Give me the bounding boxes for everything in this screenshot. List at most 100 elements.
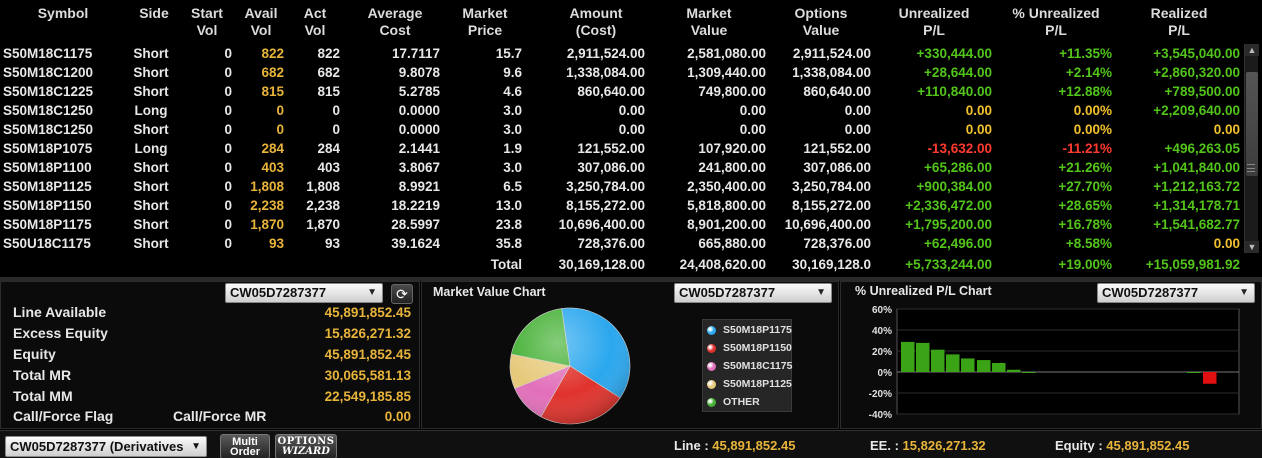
table-row[interactable]: S50M18P1150 Short 0 2,238 2,238 18.2219 13.0 8,… [0,196,1244,215]
cell-symbol: S50M18P1150 [3,198,92,213]
table-row[interactable]: S50M18C1200 Short 0 682 682 9.8078 9.6 1,338,08… [0,63,1244,82]
scroll-grip-icon [1247,164,1255,172]
account-row-label: Equity [13,346,56,362]
col-header-symbol[interactable]: Symbol [28,5,98,22]
mv-chart-account-dropdown[interactable]: CW05D7287377 ▼ [674,283,832,303]
table-row[interactable]: S50U18C1175 Short 0 93 93 39.1624 35.8 728,376.… [0,234,1244,253]
account-row-label: Line Available [13,304,107,320]
table-row[interactable]: S50M18C1250 Long 0 0 0 0.0000 3.0 0.00 0.00 0.00 0… [0,101,1244,120]
pl-bar[interactable] [1203,372,1217,384]
legend-marker-icon [707,326,716,335]
legend-item[interactable]: OTHER [707,393,791,411]
col-header-amount-cost[interactable]: Amount (Cost) [546,5,646,39]
cell-start-vol: 0 [224,179,232,194]
cell-average-cost: 28.5997 [391,217,440,232]
cell-side: Long [134,103,168,118]
col-header-pct-unrealized-pl[interactable]: % Unrealized P/L [998,5,1114,39]
cell-symbol: S50M18C1200 [3,65,94,80]
cell-unrealized-pl: +28,644.00 [924,65,992,80]
cell-start-vol: 0 [224,122,232,137]
cell-avail-vol: 815 [261,84,284,99]
col-header-start-vol[interactable]: Start Vol [182,5,232,39]
call-force-mr-label: Call/Force MR [173,408,267,424]
pl-bar[interactable] [1022,372,1036,373]
col-header-market-value[interactable]: Market Value [664,5,754,39]
cell-pct-unrealized-pl: 0.00% [1073,122,1112,137]
pie-legend: S50M18P1175 S50M18P1150 S50M18C1175 S50M18P… [702,319,792,412]
cell-pct-unrealized-pl: -11.21% [1062,141,1112,156]
pl-bar[interactable] [916,342,930,372]
col-header-avail-vol[interactable]: Avail Vol [236,5,286,39]
status-ee-value: 15,826,271.32 [902,438,986,453]
pl-bar[interactable] [946,354,960,372]
table-row[interactable]: S50M18P1100 Short 0 403 403 3.8067 3.0 307,086.… [0,158,1244,177]
table-row[interactable]: S50M18P1075 Long 0 284 284 2.1441 1.9 121,552.0… [0,139,1244,158]
legend-item[interactable]: S50M18C1175 [707,357,792,375]
cell-start-vol: 0 [224,160,232,175]
account-row-value: 45,891,852.45 [324,305,411,320]
col-header-act-vol[interactable]: Act Vol [290,5,340,39]
col-header-average-cost[interactable]: Average Cost [350,5,440,39]
cell-avail-vol: 403 [261,160,284,175]
cell-market-price: 3.0 [503,122,522,137]
legend-item[interactable]: S50M18P1125 [707,375,792,393]
scroll-down-arrow-icon[interactable]: ▼ [1245,241,1259,253]
y-tick-label: 0% [878,368,893,379]
chevron-down-icon: ▼ [816,287,826,298]
pl-bar[interactable] [1007,369,1021,372]
cell-market-price: 15.7 [495,46,522,61]
table-scrollbar[interactable]: ▲ ▼ [1244,44,1259,253]
table-header: Symbol Side Start Vol Avail Vol Act Vol … [0,0,1262,44]
table-row[interactable]: S50M18C1250 Short 0 0 0 0.0000 3.0 0.00 0.00 0.00… [0,120,1244,139]
cell-unrealized-pl: +2,336,472.00 [905,198,992,213]
cell-avail-vol: 0 [276,103,284,118]
scroll-thumb[interactable] [1246,72,1258,176]
cell-market-value: 665,880.00 [698,236,766,251]
cell-side: Short [133,84,169,99]
cell-average-cost: 18.2219 [391,198,440,213]
legend-item[interactable]: S50M18P1150 [707,339,792,357]
cell-market-price: 9.6 [503,65,522,80]
pl-bar[interactable] [1187,372,1201,373]
table-row[interactable]: S50M18C1175 Short 0 822 822 17.7117 15.7 2,911,… [0,44,1244,63]
pl-bar[interactable] [977,360,991,372]
pl-bar[interactable] [961,358,975,372]
account-select[interactable]: CW05D7287377 (Derivatives ▼ [5,436,207,457]
cell-avail-vol: 1,870 [250,217,284,232]
col-header-realized-pl[interactable]: Realized P/L [1134,5,1224,39]
col-header-side[interactable]: Side [124,5,184,22]
cell-pct-unrealized-pl: 0.00% [1073,103,1112,118]
status-line-label: Line : [674,438,709,453]
account-dropdown[interactable]: CW05D7287377 ▼ [225,283,383,303]
table-row[interactable]: S50M18P1125 Short 0 1,808 1,808 8.9921 6.5 3,25… [0,177,1244,196]
legend-marker-icon [707,344,716,353]
cell-side: Short [133,46,169,61]
cell-options-value: 2,911,524.00 [792,46,871,61]
cell-market-value: 2,581,080.00 [687,46,766,61]
pl-chart-account-dropdown[interactable]: CW05D7287377 ▼ [1097,283,1255,303]
table-row[interactable]: S50M18P1175 Short 0 1,870 1,870 28.5997 23.8 10… [0,215,1244,234]
table-row[interactable]: S50M18C1225 Short 0 815 815 5.2785 4.6 860,640.… [0,82,1244,101]
cell-market-value: 2,350,400.00 [687,179,766,194]
col-header-options-value[interactable]: Options Value [776,5,866,39]
col-header-unrealized-pl[interactable]: Unrealized P/L [884,5,984,39]
table-body: S50M18C1175 Short 0 822 822 17.7117 15.7 2,911,… [0,44,1244,255]
pl-bar[interactable] [901,341,915,372]
cell-avail-vol: 93 [268,236,284,251]
col-header-market-price[interactable]: Market Price [450,5,520,39]
status-equity-label: Equity : [1055,438,1103,453]
pl-bar[interactable] [992,362,1006,372]
cell-pct-unrealized-pl: +27.70% [1058,179,1112,194]
cell-realized-pl: +1,212,163.72 [1153,179,1240,194]
options-wizard-button[interactable]: OPTIONS WIZARD [275,434,337,458]
scroll-up-arrow-icon[interactable]: ▲ [1245,44,1259,56]
status-line-value: 45,891,852.45 [712,438,796,453]
cell-pct-unrealized-pl: +8.58% [1065,236,1112,251]
pl-bar[interactable] [931,349,945,372]
cell-realized-pl: +1,041,840.00 [1153,160,1240,175]
multi-order-button[interactable]: Multi Order [220,434,270,458]
cell-avail-vol: 1,808 [250,179,284,194]
cell-realized-pl: +1,314,178.71 [1153,198,1240,213]
legend-item[interactable]: S50M18P1175 [707,321,792,339]
refresh-button[interactable]: ⟳ [391,284,413,304]
